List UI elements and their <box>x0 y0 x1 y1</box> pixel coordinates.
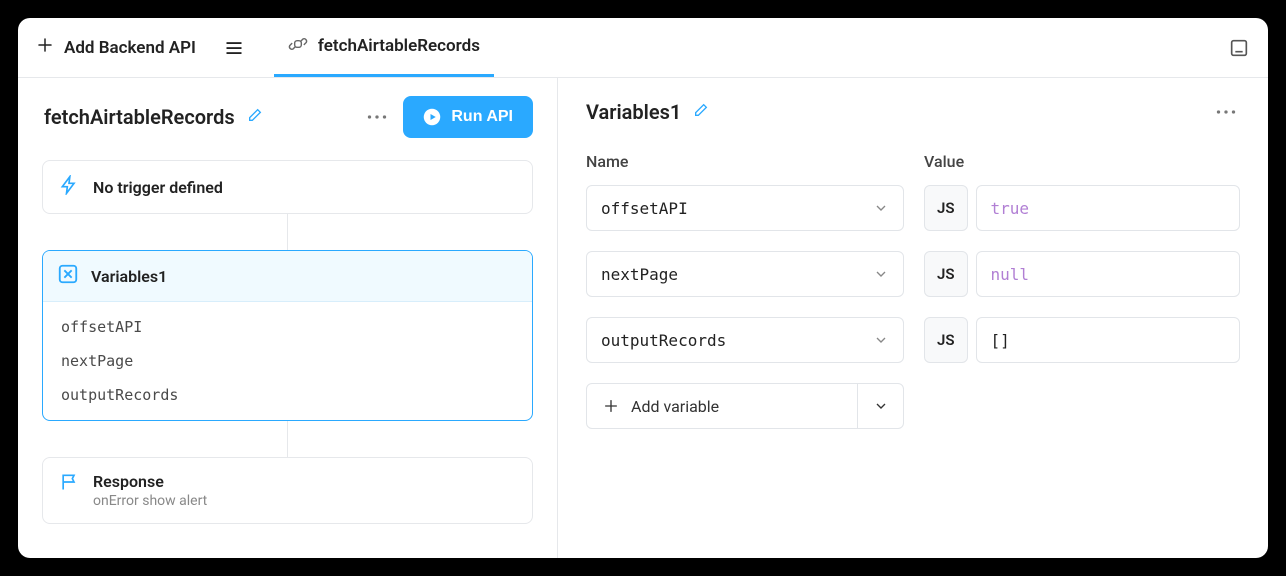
column-value-header: Value <box>924 152 1240 171</box>
chevron-down-icon <box>873 200 889 216</box>
tab-fetch-airtable[interactable]: fetchAirtableRecords <box>274 18 494 77</box>
add-variable-button[interactable]: Add variable <box>586 383 904 429</box>
variable-row: outputRecords JS [] <box>586 317 1240 363</box>
add-variable-main[interactable]: Add variable <box>587 384 857 428</box>
variable-name-input[interactable]: offsetAPI <box>586 185 904 231</box>
variables-block-list: offsetAPI nextPage outputRecords <box>43 302 532 420</box>
plus-icon <box>36 36 54 59</box>
response-label: Response <box>93 472 207 491</box>
response-sub: onError show alert <box>93 493 207 509</box>
run-api-label: Run API <box>451 108 513 126</box>
topbar: Add Backend API fetchAirtableRecords <box>18 18 1268 78</box>
variables-icon <box>57 263 79 289</box>
variable-name-input[interactable]: outputRecords <box>586 317 904 363</box>
trigger-label: No trigger defined <box>93 178 223 197</box>
variable-name-text: outputRecords <box>601 331 726 350</box>
variable-value-input[interactable]: [] <box>976 317 1240 363</box>
column-name-header: Name <box>586 152 904 171</box>
variable-item: offsetAPI <box>43 310 532 344</box>
chevron-down-icon <box>873 398 889 414</box>
trigger-card[interactable]: No trigger defined <box>42 160 533 214</box>
plug-icon <box>288 34 308 59</box>
flow-more-icon[interactable] <box>363 110 391 124</box>
edit-panel-title-icon[interactable] <box>693 102 709 122</box>
menu-icon[interactable] <box>214 38 254 58</box>
run-api-button[interactable]: Run API <box>403 96 533 138</box>
variable-value-input[interactable]: null <box>976 251 1240 297</box>
panel-title: Variables1 <box>586 100 681 124</box>
js-toggle[interactable]: JS <box>924 251 968 297</box>
plus-icon <box>603 398 619 414</box>
chevron-down-icon <box>873 266 889 282</box>
add-variable-dropdown[interactable] <box>857 384 903 428</box>
variables-block-title: Variables1 <box>91 267 167 286</box>
variable-item: outputRecords <box>43 378 532 412</box>
edit-flow-name-icon[interactable] <box>247 107 263 127</box>
js-toggle[interactable]: JS <box>924 317 968 363</box>
variable-value-input[interactable]: true <box>976 185 1240 231</box>
variable-name-input[interactable]: nextPage <box>586 251 904 297</box>
flag-icon <box>59 472 79 496</box>
tab-label: fetchAirtableRecords <box>318 36 480 56</box>
variables-block[interactable]: Variables1 offsetAPI nextPage outputReco… <box>42 250 533 421</box>
variable-name-text: offsetAPI <box>601 199 688 218</box>
variable-item: nextPage <box>43 344 532 378</box>
add-variable-label: Add variable <box>631 397 719 416</box>
add-backend-api-label: Add Backend API <box>64 38 196 58</box>
bolt-icon <box>59 175 79 199</box>
chevron-down-icon <box>873 332 889 348</box>
variable-row: offsetAPI JS true <box>586 185 1240 231</box>
flow-connector <box>287 421 288 457</box>
flow-panel: fetchAirtableRecords Run API <box>18 78 558 558</box>
add-backend-api-button[interactable]: Add Backend API <box>36 36 214 59</box>
flow-connector <box>287 214 288 250</box>
response-card[interactable]: Response onError show alert <box>42 457 533 524</box>
variables-config-panel: Variables1 Name Value offsetAPI <box>558 78 1268 558</box>
expand-panel-icon[interactable] <box>1228 37 1250 59</box>
flow-title: fetchAirtableRecords <box>44 105 235 129</box>
js-toggle[interactable]: JS <box>924 185 968 231</box>
variable-row: nextPage JS null <box>586 251 1240 297</box>
panel-more-icon[interactable] <box>1212 105 1240 119</box>
variable-name-text: nextPage <box>601 265 678 284</box>
